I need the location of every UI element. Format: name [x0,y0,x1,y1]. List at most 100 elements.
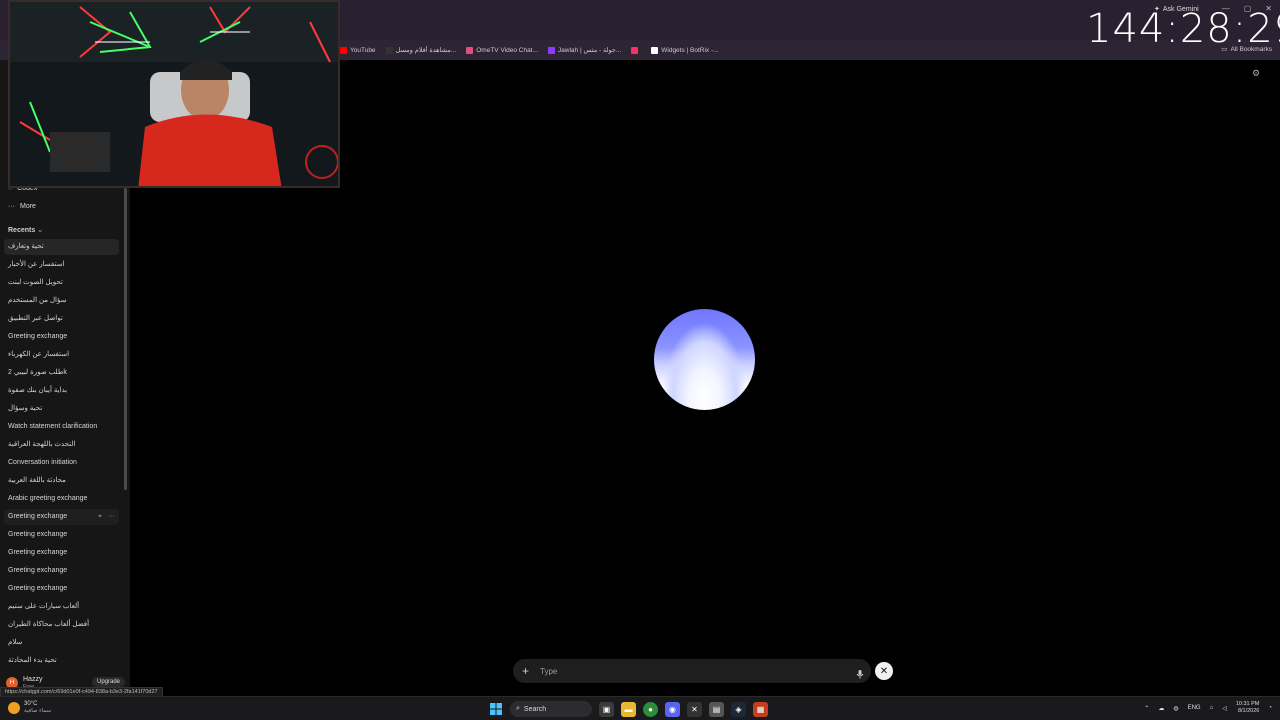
bookmark-favicon-icon [385,46,393,54]
more-icon: ··· [8,203,15,210]
steam-icon[interactable]: ◈ [731,701,746,717]
recent-chat-item[interactable]: تحية بدء المحادثة [4,653,119,669]
bookmark-favicon-icon [547,46,555,54]
bookmark-favicon-icon [631,46,639,54]
recent-chat-item[interactable]: Conversation initiation [4,455,119,471]
cloud-icon[interactable]: ☁ [1158,705,1164,712]
bookmark-label: OmeTV Video Chat... [476,46,538,54]
recent-chat-item[interactable]: محادثة باللغة العربية [4,473,119,489]
windows-start-icon[interactable] [488,702,503,717]
recent-chat-label: تحية وتعارف [8,243,44,250]
voice-composer: + [513,659,871,683]
system-tray: ⌃ ☁ ◍ ENG ⌂ ◁ 10:31 PM 8/1/2026 ◔ [1144,701,1272,715]
chrome-icon[interactable]: ● [643,701,658,717]
file-explorer-icon[interactable]: ▬ [621,701,636,717]
weather-widget[interactable]: 30°C سماء صافية [8,701,51,715]
recent-chat-item[interactable]: Arabic greeting exchange [4,491,119,507]
recent-chat-item[interactable]: Watch statement clarification [4,419,119,435]
search-icon: ⌕ [516,705,520,712]
app-window-icon[interactable]: ▤ [709,701,724,717]
x-app-icon[interactable]: ✕ [687,701,702,717]
recent-chat-item[interactable]: تحية وسؤال [4,401,119,417]
recent-chat-item[interactable]: استفسار عن الأخبار [4,257,119,273]
weather-condition: سماء صافية [24,708,52,714]
chevron-down-icon: ⌄ [37,227,44,234]
notification-bell-icon[interactable]: ◔ [1268,705,1272,711]
recent-chat-label: تحية بدء المحادثة [8,657,57,664]
message-input[interactable] [540,666,855,676]
task-view-icon[interactable]: ▣ [599,701,614,717]
recent-chat-item[interactable]: أفضل ألعاب محاكاة الطيران [4,617,119,633]
sun-icon [8,702,20,714]
recents-label: Recents [8,227,36,234]
user-name: Hazzy [23,676,43,683]
recent-chat-item[interactable]: تحية وتعارف [4,239,119,255]
mic-tray-icon[interactable]: ◍ [1173,705,1178,712]
recent-chat-label: بداية أيبان بنك صفوة [8,387,68,394]
clock-time: 10:31 PM [1235,701,1260,707]
bookmark-item[interactable]: Widgets | BotRix -... [651,46,719,54]
taskbar-apps: ⌕ Search ▣ ▬ ● ◉ ✕ ▤ ◈ ▦ [488,701,768,717]
pin-icon[interactable]: ⌖ [98,509,102,525]
recent-chat-label: التحدث باللهجة العراقية [8,441,76,448]
bookmark-item[interactable] [631,46,641,54]
recent-chat-label: Greeting exchange [8,513,68,520]
bookmark-favicon-icon [340,46,347,54]
recent-chat-item[interactable]: Greeting exchange ⌖ ··· [4,509,119,525]
recent-chat-item[interactable]: استفسار عن الكهرباء [4,347,119,363]
sidebar-link-label: More [20,203,36,210]
recent-chat-label: Greeting exchange [8,585,68,592]
chevron-up-icon[interactable]: ⌃ [1144,705,1149,712]
recent-chat-item[interactable]: ألعاب سيارات على ستيم [4,599,119,615]
recent-chat-label: استفسار عن الكهرباء [8,351,70,358]
more-options-icon[interactable]: ··· [108,509,115,525]
recent-chat-item[interactable]: طلب صورة لبيبي 2k [4,365,119,381]
media-app-icon[interactable]: ▦ [753,701,768,717]
recent-chat-item[interactable]: Greeting exchange [4,329,119,345]
recent-chat-label: Greeting exchange [8,333,68,340]
recent-chat-item[interactable]: Greeting exchange [4,581,119,597]
recent-chat-item[interactable]: سؤال من المستخدم [4,293,119,309]
recent-chat-label: محادثة باللغة العربية [8,477,66,484]
recent-chat-label: تحية وسؤال [8,405,43,412]
bookmark-item[interactable]: OmeTV Video Chat... [466,46,538,54]
network-icon[interactable]: ⌂ [1210,705,1214,711]
recent-chat-item[interactable]: تحويل الصوت لبنت [4,275,119,291]
bookmark-favicon-icon [466,46,474,54]
bookmark-label: مشاهدة أفلام ومسل... [395,47,457,54]
recent-chat-item[interactable]: سلام [4,635,119,651]
bookmark-label: Jawlah | جولة - مثس... [557,47,622,54]
volume-icon[interactable]: ◁ [1222,705,1227,712]
sidebar-scrollbar[interactable] [124,188,127,490]
recent-chat-label: استفسار عن الأخبار [8,261,65,268]
recent-chat-label: Conversation initiation [8,459,77,466]
microphone-icon[interactable] [855,666,865,679]
upgrade-button[interactable]: Upgrade [92,677,126,687]
taskbar-clock[interactable]: 10:31 PM 8/1/2026 [1236,701,1260,715]
bookmark-item[interactable]: YouTube [340,46,376,54]
taskbar-search[interactable]: ⌕ Search [510,701,592,717]
recent-chat-label: سؤال من المستخدم [8,297,67,304]
weather-temp: 30°C [24,701,38,707]
end-voice-button[interactable]: ✕ [875,662,893,680]
bookmark-favicon-icon [651,46,659,54]
plus-icon[interactable]: + [522,664,534,678]
recent-chat-label: Greeting exchange [8,549,68,556]
recent-chat-item[interactable]: بداية أيبان بنك صفوة [4,383,119,399]
recent-chat-item[interactable]: Greeting exchange [4,545,119,561]
recents-heading[interactable]: Recents ⌄ [8,226,43,234]
bookmark-item[interactable]: Jawlah | جولة - مثس... [547,46,622,54]
voice-settings-icon[interactable]: ⚙ [1252,68,1262,78]
recent-chat-label: تواصل عبر التطبيق [8,315,63,322]
stream-timer: 144:28:29 [1086,6,1280,52]
recent-chat-item[interactable]: Greeting exchange [4,563,119,579]
recent-chat-item[interactable]: التحدث باللهجة العراقية [4,437,119,453]
bookmark-item[interactable]: مشاهدة أفلام ومسل... [385,46,457,54]
bookmark-list: YouTube مشاهدة أفلام ومسل... OmeTV Video C… [340,46,729,54]
discord-icon[interactable]: ◉ [665,701,680,717]
sidebar-link-more[interactable]: ··· More [8,203,36,210]
recent-chat-item[interactable]: تواصل عبر التطبيق [4,311,119,327]
webcam-feed-image [10,2,338,186]
recent-chat-item[interactable]: Greeting exchange [4,527,119,543]
lang-indicator[interactable]: ENG [1188,705,1201,711]
